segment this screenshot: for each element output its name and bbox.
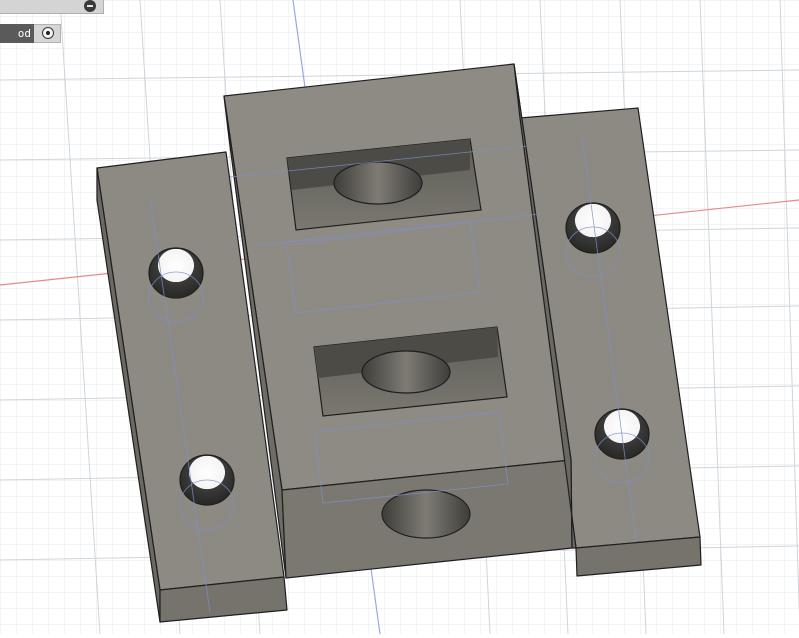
3d-scene[interactable] [0, 0, 799, 635]
center-block-top[interactable] [223, 63, 572, 491]
front-bore-icon[interactable] [381, 489, 471, 539]
collapse-icon[interactable] [84, 0, 96, 12]
hole-left-top-icon[interactable] [148, 247, 204, 299]
lower-pocket-bore-icon [361, 350, 451, 394]
hole-right-top-icon[interactable] [565, 202, 621, 254]
canvas-viewport[interactable] [0, 0, 799, 635]
browser-panel-fragment [0, 0, 104, 14]
upper-pocket-bore-icon [333, 161, 423, 205]
activate-component-radio-icon[interactable] [42, 27, 54, 39]
component-name-label: od v1 [0, 24, 34, 59]
